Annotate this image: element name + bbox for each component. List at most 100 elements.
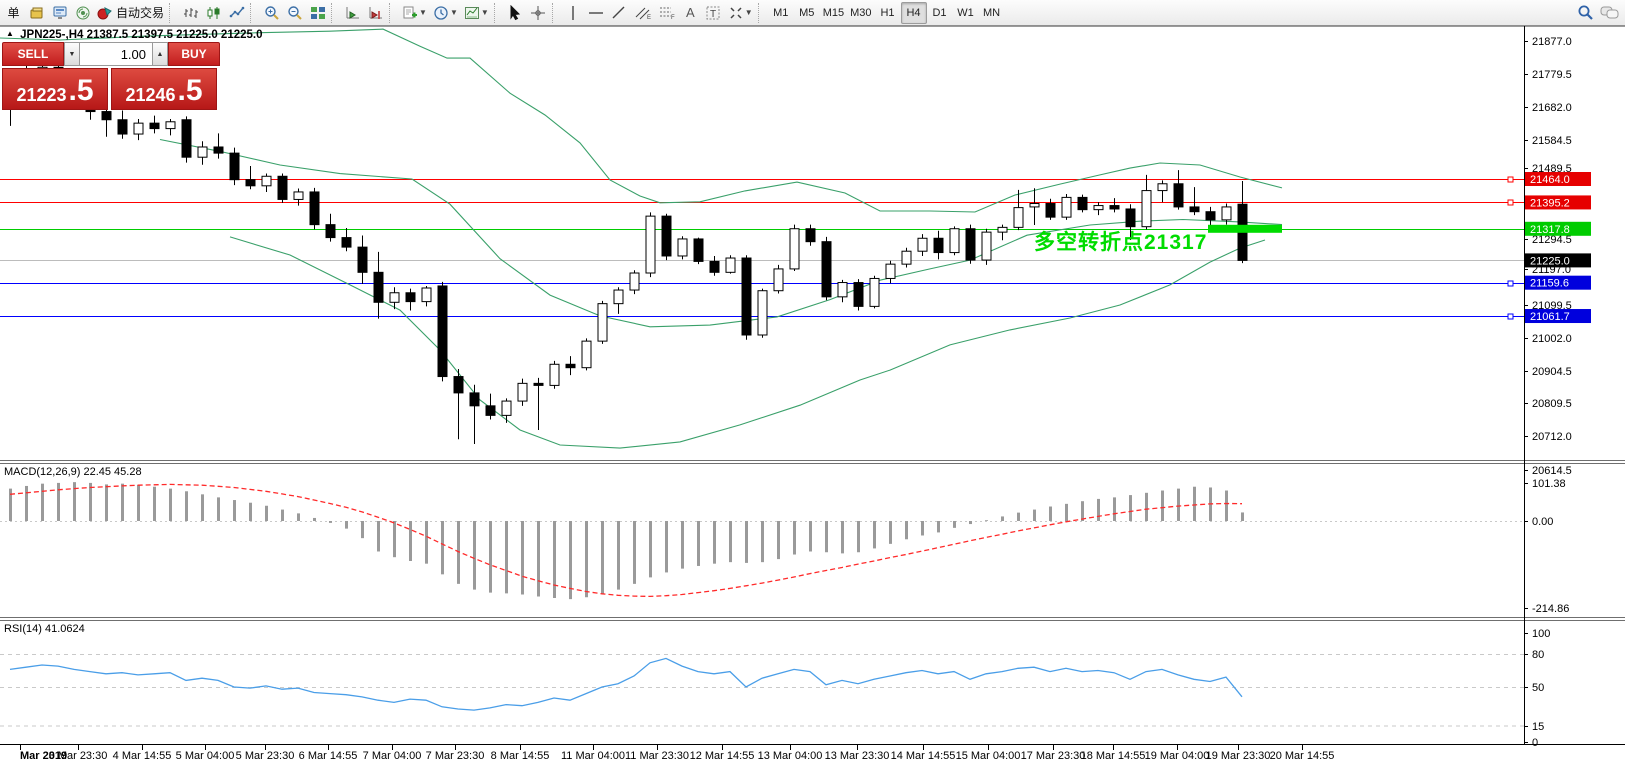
periods-button[interactable]: ▼ [430,2,461,24]
tab-timeframe-h1[interactable]: H1 [875,2,901,24]
chart-canvas[interactable]: 21877.021779.521682.021584.521489.521294… [0,26,1625,768]
tab-timeframe-mn[interactable]: MN [979,2,1005,24]
tab-timeframe-m5[interactable]: M5 [794,2,820,24]
search-icon[interactable] [1574,2,1597,24]
candle-bear [1046,204,1055,218]
price-badge-label: 21395.2 [1530,197,1570,209]
templates-button[interactable]: ▼ [461,2,492,24]
candle-bear [454,377,463,393]
candle-bear [1174,184,1183,207]
toolbar-separator [552,3,560,23]
volume-decrease-button[interactable]: ▼ [64,42,80,66]
fibonacci-tool-icon[interactable]: F [655,2,679,24]
sell-price-display[interactable]: 21223 .5 [2,68,108,110]
tab-timeframe-m15[interactable]: M15 [820,2,847,24]
horizontal-line-tool-icon[interactable] [585,2,608,24]
chart-frame [0,26,1625,745]
hline-handle[interactable] [1508,314,1513,319]
hline-handle[interactable] [1508,281,1513,286]
bar-chart-type-icon[interactable] [179,2,202,24]
candle-bull [774,269,783,291]
chat-icon[interactable] [1597,2,1623,24]
zoom-in-icon[interactable] [260,2,283,24]
chart-annotation-text[interactable]: 多空转折点21317 [1034,226,1207,256]
collapse-panel-icon[interactable]: ▲ [6,29,14,38]
candle-bear [662,216,671,256]
time-axis-label: 19 Mar 04:00 [1145,750,1210,762]
zoom-out-icon[interactable] [283,2,306,24]
autotrading-button[interactable]: 自动交易 [94,2,167,24]
chart-shift-icon[interactable] [364,2,387,24]
symbol-period-label: JPN225-,H4 [20,29,83,41]
candlestick-chart-type-icon[interactable] [202,2,225,24]
arrows-tool-button[interactable]: ▼ [725,2,756,24]
candle-bear [1126,209,1135,227]
highlight-bar[interactable] [1208,225,1282,233]
hline-handle[interactable] [1508,200,1513,205]
axis-tick-label: -214.86 [1532,603,1569,615]
dropdown-caret-icon: ▼ [745,8,753,17]
candle-bull [790,229,799,269]
candle-bull [998,227,1007,232]
buy-price-frac: .5 [178,76,203,106]
toolbar-separator [389,3,397,23]
new-order-button[interactable]: 单 [2,2,25,24]
toolbar-separator [758,3,766,23]
candle-bull [918,238,927,251]
candle-bear [278,176,287,199]
crosshair-tool-icon[interactable] [527,2,550,24]
channel-tool-icon[interactable]: E [631,2,655,24]
candle-bear [406,293,415,302]
terminal-icon[interactable] [48,2,71,24]
new-chart-button[interactable]: ▼ [399,2,430,24]
price-badge[interactable]: 21317.8 [1525,222,1591,236]
market-watch-icon[interactable] [25,2,48,24]
volume-increase-button[interactable]: ▲ [152,42,168,66]
time-axis-label: 20 Mar 14:55 [1270,750,1335,762]
axis-tick-label: 100 [1532,628,1550,640]
volume-input[interactable]: 1.00 [80,42,152,66]
cursor-tool-icon[interactable] [504,2,527,24]
price-badge[interactable]: 21225.0 [1525,253,1591,267]
tab-timeframe-d1[interactable]: D1 [927,2,953,24]
signal-icon[interactable] [71,2,94,24]
candle-bull [646,216,655,273]
time-axis-label: 11 Mar 04:00 [561,750,625,762]
text-tool-icon[interactable]: A [679,2,702,24]
line-chart-type-icon[interactable] [225,2,248,24]
vertical-line-tool-icon[interactable] [562,2,585,24]
time-axis[interactable]: Mar 20193 Mar 23:304 Mar 14:555 Mar 04:0… [20,745,1334,762]
price-badge[interactable]: 21159.6 [1525,276,1591,290]
price-badge-label: 21061.7 [1530,311,1570,323]
price-badge[interactable]: 21061.7 [1525,309,1591,323]
auto-scroll-icon[interactable] [341,2,364,24]
candle-bull [758,291,767,335]
tab-timeframe-h4[interactable]: H4 [901,2,927,24]
hline-handle[interactable] [1508,177,1513,182]
axis-tick-label: 80 [1532,649,1544,661]
buy-price-display[interactable]: 21246 .5 [111,68,217,110]
buy-price-main: 21246 [125,84,175,106]
sell-button[interactable]: SELL [2,42,64,66]
axis-tick-label: 0 [1532,737,1538,749]
candle-bear [470,393,479,406]
buy-button[interactable]: BUY [168,42,220,66]
candle-bull [726,258,735,272]
candle-bull [550,364,559,385]
tab-timeframe-w1[interactable]: W1 [953,2,979,24]
candle-bear [934,238,943,252]
trendline-tool-icon[interactable] [608,2,631,24]
axis-tick-label: 21294.5 [1532,234,1572,246]
dropdown-caret-icon: ▼ [450,8,458,17]
tile-windows-icon[interactable] [306,2,329,24]
price-badge[interactable]: 21464.0 [1525,172,1591,186]
time-axis-label: 3 Mar 23:30 [49,750,108,762]
rsi-line [10,658,1242,710]
tab-timeframe-m30[interactable]: M30 [847,2,874,24]
candle-bull [598,304,607,341]
tab-timeframe-m1[interactable]: M1 [768,2,794,24]
price-badge[interactable]: 21395.2 [1525,195,1591,209]
candle-bull [422,288,431,302]
axis-tick-label: 20809.5 [1532,398,1572,410]
label-tool-icon[interactable]: T [702,2,725,24]
